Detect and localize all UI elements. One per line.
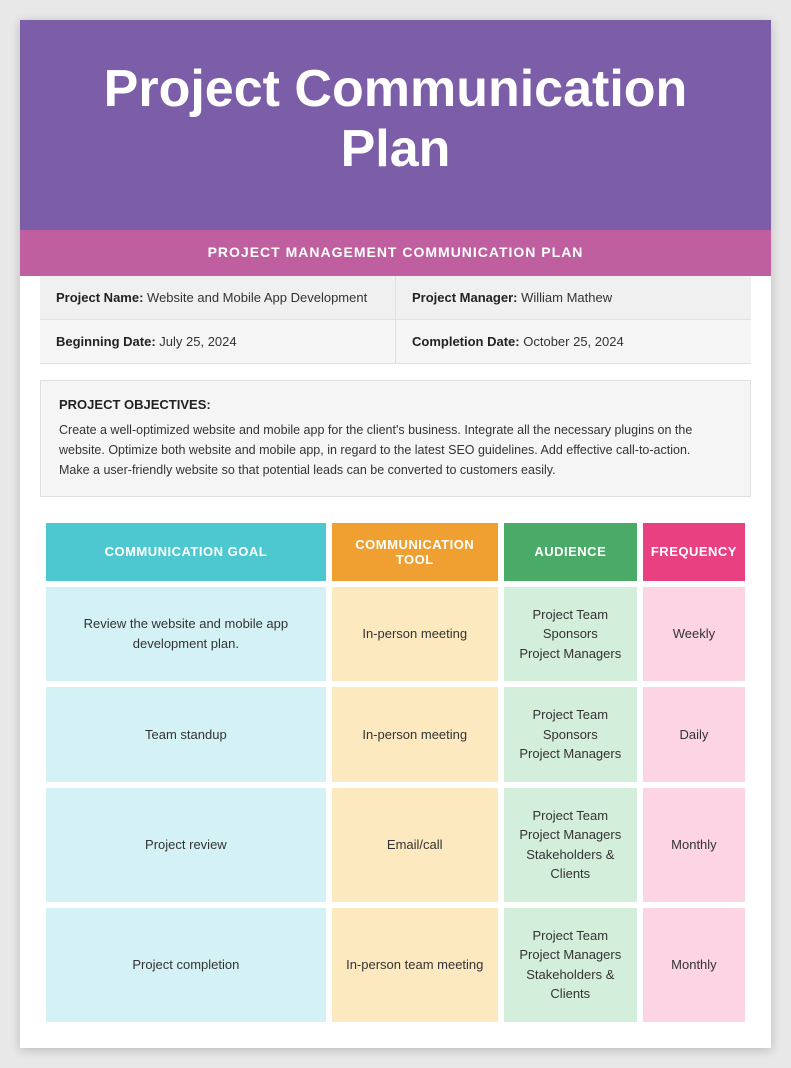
cell-goal-0: Review the website and mobile app develo… <box>46 587 326 682</box>
cell-goal-1: Team standup <box>46 687 326 782</box>
cell-frequency-3: Monthly <box>643 908 745 1022</box>
objectives-title: PROJECT OBJECTIVES: <box>59 397 732 412</box>
subtitle-bar: PROJECT MANAGEMENT COMMUNICATION PLAN <box>20 230 771 276</box>
page-container: Project Communication Plan PROJECT MANAG… <box>20 20 771 1048</box>
cell-tool-0: In-person meeting <box>332 587 498 682</box>
cell-frequency-1: Daily <box>643 687 745 782</box>
info-section: Project Name: Website and Mobile App Dev… <box>20 276 771 364</box>
cell-goal-3: Project completion <box>46 908 326 1022</box>
page-title: Project Communication Plan <box>50 60 741 180</box>
table-row: Project completion In-person team meetin… <box>46 908 745 1022</box>
th-tool: COMMUNICATION TOOL <box>332 523 498 581</box>
cell-audience-0: Project TeamSponsorsProject Managers <box>504 587 637 682</box>
table-row: Project review Email/call Project TeamPr… <box>46 788 745 902</box>
cell-tool-2: Email/call <box>332 788 498 902</box>
communication-table: COMMUNICATION GOAL COMMUNICATION TOOL AU… <box>40 517 751 1028</box>
objectives-text: Create a well-optimized website and mobi… <box>59 420 732 480</box>
cell-audience-2: Project TeamProject ManagersStakeholders… <box>504 788 637 902</box>
table-row: Team standup In-person meeting Project T… <box>46 687 745 782</box>
th-audience: AUDIENCE <box>504 523 637 581</box>
cell-tool-1: In-person meeting <box>332 687 498 782</box>
objectives-box: PROJECT OBJECTIVES: Create a well-optimi… <box>40 380 751 497</box>
cell-frequency-0: Weekly <box>643 587 745 682</box>
communication-table-section: COMMUNICATION GOAL COMMUNICATION TOOL AU… <box>40 517 751 1028</box>
th-frequency: FREQUENCY <box>643 523 745 581</box>
beginning-date-cell: Beginning Date: July 25, 2024 <box>40 320 396 363</box>
subtitle-text: PROJECT MANAGEMENT COMMUNICATION PLAN <box>208 244 584 260</box>
header-banner: Project Communication Plan <box>20 20 771 230</box>
cell-tool-3: In-person team meeting <box>332 908 498 1022</box>
table-row: Review the website and mobile app develo… <box>46 587 745 682</box>
project-name-cell: Project Name: Website and Mobile App Dev… <box>40 276 396 319</box>
info-row-2: Beginning Date: July 25, 2024 Completion… <box>40 320 751 364</box>
cell-goal-2: Project review <box>46 788 326 902</box>
table-header-row: COMMUNICATION GOAL COMMUNICATION TOOL AU… <box>46 523 745 581</box>
cell-frequency-2: Monthly <box>643 788 745 902</box>
th-goal: COMMUNICATION GOAL <box>46 523 326 581</box>
project-manager-cell: Project Manager: William Mathew <box>396 276 751 319</box>
cell-audience-1: Project TeamSponsorsProject Managers <box>504 687 637 782</box>
completion-date-cell: Completion Date: October 25, 2024 <box>396 320 751 363</box>
cell-audience-3: Project TeamProject ManagersStakeholders… <box>504 908 637 1022</box>
info-row-1: Project Name: Website and Mobile App Dev… <box>40 276 751 320</box>
